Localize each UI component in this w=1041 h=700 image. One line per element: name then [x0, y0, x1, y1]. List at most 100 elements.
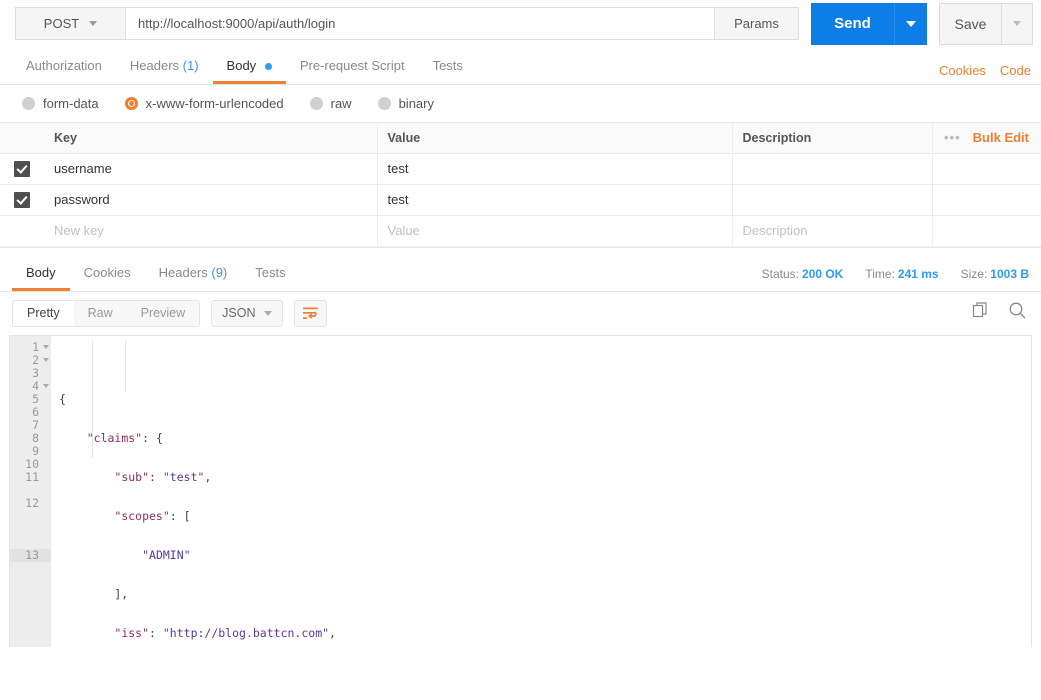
line-number: 11 [10, 471, 51, 484]
body-params-table: Key Value Description ••• Bulk Edit usern… [0, 123, 1041, 247]
chevron-down-icon [906, 21, 916, 27]
line-number-spacer [10, 510, 51, 549]
view-mode-preview[interactable]: Preview [127, 301, 199, 326]
tab-label: Pre-request Script [300, 58, 405, 73]
radio-label: binary [399, 96, 434, 111]
tab-label: Headers [130, 58, 179, 73]
response-view-mode-group: Pretty Raw Preview [12, 300, 200, 327]
code-line-3: "sub": "test", [59, 471, 1031, 484]
search-icon[interactable] [1008, 301, 1027, 320]
line-number: 12 [10, 497, 51, 510]
body-type-binary[interactable]: binary [378, 96, 434, 111]
save-options-button[interactable] [1001, 3, 1033, 45]
send-button-group: Send [811, 3, 927, 45]
http-method-label: POST [44, 16, 79, 31]
row-checkbox-cell [0, 184, 44, 215]
response-format-selector[interactable]: JSON [211, 300, 283, 327]
tab-label: Authorization [26, 58, 102, 73]
tab-count: (1) [183, 58, 199, 73]
code-line-5: "ADMIN" [59, 549, 1031, 562]
word-wrap-icon [303, 307, 318, 320]
params-button[interactable]: Params [714, 7, 799, 40]
view-mode-raw[interactable]: Raw [74, 301, 127, 326]
request-url-input[interactable] [125, 7, 714, 40]
time-badge: Time:241 ms [865, 267, 938, 281]
row-value[interactable]: test [377, 153, 732, 184]
size-badge: Size:1003 B [961, 267, 1029, 281]
response-toolbar: Pretty Raw Preview JSON [0, 292, 1041, 335]
radio-icon [378, 97, 391, 110]
line-number: 8 [10, 432, 51, 445]
body-type-raw[interactable]: raw [310, 96, 352, 111]
new-key-input[interactable]: New key [44, 215, 377, 246]
line-number[interactable]: 4 [10, 380, 51, 393]
response-meta: Status:200 OK Time:241 ms Size:1003 B [762, 267, 1029, 281]
line-number[interactable]: 1 [10, 341, 51, 354]
code-line-2: "claims": { [59, 432, 1031, 445]
row-description[interactable] [732, 153, 932, 184]
status-label: Status: [762, 267, 799, 281]
checkbox-checked-icon[interactable] [14, 161, 30, 177]
line-number[interactable]: 2 [10, 354, 51, 367]
tab-label: Headers [159, 265, 208, 280]
body-type-form-data[interactable]: form-data [22, 96, 99, 111]
radio-label: raw [331, 96, 352, 111]
send-button[interactable]: Send [811, 3, 894, 45]
save-button[interactable]: Save [939, 3, 1001, 45]
row-key[interactable]: username [44, 153, 377, 184]
tab-label: Cookies [84, 265, 131, 280]
row-key[interactable]: password [44, 184, 377, 215]
new-description-input[interactable]: Description [732, 215, 932, 246]
response-tab-tests[interactable]: Tests [241, 254, 299, 291]
view-mode-pretty[interactable]: Pretty [13, 301, 74, 326]
code-link[interactable]: Code [1000, 63, 1031, 78]
tab-count: (9) [211, 265, 227, 280]
radio-label: form-data [43, 96, 99, 111]
json-code-content[interactable]: { "claims": { "sub": "test", "scopes": [… [51, 336, 1031, 647]
body-type-urlencoded[interactable]: x-www-form-urlencoded [125, 96, 284, 111]
send-options-button[interactable] [894, 3, 927, 45]
size-label: Size: [961, 267, 988, 281]
line-number-gutter: 1 2 3 4 5 6 7 8 9 10 11 12 13 [10, 336, 51, 647]
response-tab-body[interactable]: Body [12, 254, 70, 291]
cookies-link[interactable]: Cookies [939, 63, 986, 78]
header-value: Value [377, 123, 732, 153]
format-label: JSON [222, 306, 255, 320]
word-wrap-button[interactable] [294, 300, 327, 327]
tab-tests[interactable]: Tests [419, 47, 477, 84]
line-number-spacer [10, 484, 51, 497]
row-actions [932, 184, 1041, 215]
status-badge: Status:200 OK [762, 267, 844, 281]
row-value[interactable]: test [377, 184, 732, 215]
copy-icon[interactable] [972, 301, 990, 319]
tab-headers[interactable]: Headers (1) [116, 47, 213, 84]
more-options-icon[interactable]: ••• [944, 130, 961, 145]
tab-label: Tests [255, 265, 285, 280]
request-tabs-links: Cookies Code [939, 63, 1031, 78]
response-body-viewer[interactable]: 1 2 3 4 5 6 7 8 9 10 11 12 13 { "claims"… [9, 335, 1032, 647]
line-number: 3 [10, 367, 51, 380]
response-tabs: Body Cookies Headers (9) Tests Status:20… [0, 255, 1041, 292]
request-url-bar: POST Params Send Save [0, 0, 1041, 47]
http-method-selector[interactable]: POST [15, 7, 125, 40]
body-modified-dot-icon [265, 63, 272, 70]
chevron-down-icon [89, 21, 97, 26]
header-key: Key [44, 123, 377, 153]
line-number: 5 [10, 393, 51, 406]
new-value-input[interactable]: Value [377, 215, 732, 246]
time-label: Time: [865, 267, 895, 281]
radio-icon [22, 97, 35, 110]
radio-icon [310, 97, 323, 110]
checkbox-checked-icon[interactable] [14, 192, 30, 208]
response-tab-headers[interactable]: Headers (9) [145, 254, 242, 291]
line-number: 13 [10, 549, 51, 562]
response-tab-cookies[interactable]: Cookies [70, 254, 145, 291]
radio-label: x-www-form-urlencoded [146, 96, 284, 111]
tab-authorization[interactable]: Authorization [12, 47, 116, 84]
tab-label: Tests [433, 58, 463, 73]
tab-pre-request-script[interactable]: Pre-request Script [286, 47, 419, 84]
row-actions [932, 153, 1041, 184]
row-description[interactable] [732, 184, 932, 215]
tab-body[interactable]: Body [213, 47, 286, 84]
bulk-edit-link[interactable]: Bulk Edit [973, 130, 1029, 145]
